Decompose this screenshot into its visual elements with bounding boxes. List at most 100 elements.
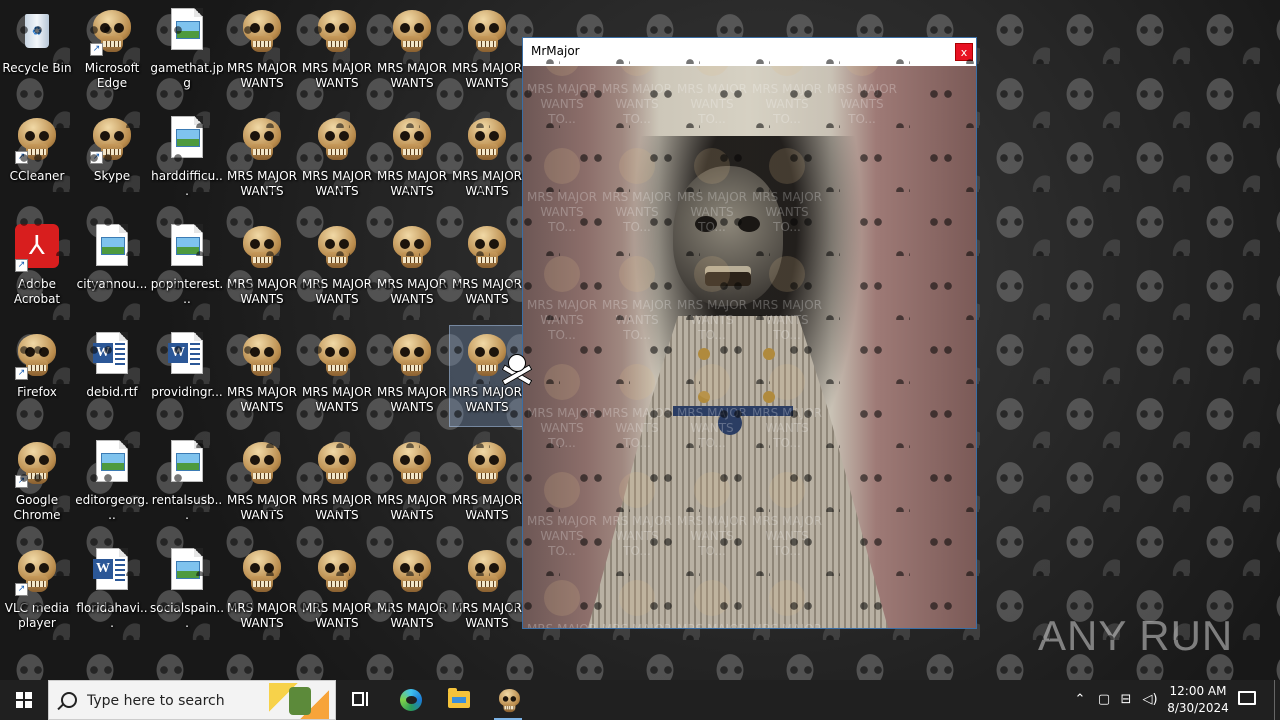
desktop-icon-image <box>238 224 286 272</box>
mrmajor-taskbar-button[interactable] <box>484 680 532 720</box>
skull-icon <box>18 334 56 378</box>
desktop-icon[interactable]: harddifficu... <box>150 110 224 210</box>
desktop-icon[interactable]: MRS MAJOR WANTS TO... <box>225 110 299 210</box>
ghost-icon-label: MRS MAJOR WANTS TO... <box>525 622 599 628</box>
desktop-icon-image <box>388 440 436 488</box>
device-icon[interactable]: ▢ <box>1096 692 1112 708</box>
mrmajor-window[interactable]: MrMajor x MRS MAJOR WANTS TO... MRS MAJOR… <box>523 38 976 628</box>
ghost-icon-label: MRS MAJOR WANTS TO... <box>600 622 674 628</box>
volume-icon[interactable]: ◁) <box>1142 692 1158 708</box>
skull-icon <box>393 226 431 270</box>
desktop-icon[interactable]: MRS MAJOR WANTS TO... <box>450 542 524 642</box>
ghost-icon-label: MRS MAJOR WANTS TO... <box>601 298 672 342</box>
desktop-icon[interactable]: MRS MAJOR WANTS TO... <box>450 110 524 210</box>
task-view-button[interactable] <box>336 680 384 720</box>
desktop-icon[interactable]: MRS MAJOR WANTS TO... <box>375 2 449 102</box>
notifications-icon[interactable] <box>1238 691 1256 705</box>
desktop-icon[interactable]: MRS MAJOR WANTS TO... <box>225 218 299 318</box>
desktop-icon[interactable]: MRS MAJOR WANTS TO... <box>300 542 374 642</box>
desktop-icon[interactable]: MRS MAJOR WANTS TO... <box>300 434 374 534</box>
desktop-icon[interactable]: Wprovidingr... <box>150 326 224 426</box>
ghost-skull-icon <box>844 66 880 76</box>
desktop-icon[interactable]: Wfloridahavi... <box>75 542 149 642</box>
desktop-icon[interactable]: socialspain... <box>150 542 224 642</box>
desktop-icon[interactable]: cityannou... <box>75 218 149 318</box>
desktop-icon[interactable]: MRS MAJOR WANTS TO... <box>225 542 299 642</box>
file-explorer-taskbar-button[interactable] <box>435 680 483 720</box>
close-button[interactable]: x <box>955 43 973 61</box>
desktop-icon[interactable]: ↗ CCleaner <box>0 110 74 210</box>
desktop-icon[interactable]: ⅄ ↗ Adobe Acrobat <box>0 218 74 318</box>
desktop-icon-label: MRS MAJOR WANTS TO... <box>451 493 522 522</box>
desktop-icon[interactable]: ↗ VLC media player <box>0 542 74 642</box>
desktop-icon-label: MRS MAJOR WANTS TO... <box>376 385 447 414</box>
desktop-icon-grid: ♻ Recycle Bin ↗ Microsoft Edge gamethat.jpg ↗… <box>0 0 1280 680</box>
clock[interactable]: 12:00 AM 8/30/2024 <box>1166 683 1230 717</box>
desktop-icon-image <box>163 440 211 488</box>
desktop-icon[interactable]: ↗ Skype <box>75 110 149 210</box>
desktop-icon-image: ↗ <box>13 332 61 380</box>
desktop-icon-label: Microsoft Edge <box>84 61 140 90</box>
desktop-icon[interactable]: editorgeorg... <box>75 434 149 534</box>
desktop-icon[interactable]: MRS MAJOR WANTS TO... <box>450 434 524 534</box>
skull-icon <box>243 10 281 54</box>
desktop-icon[interactable]: rentalsusb... <box>150 434 224 534</box>
desktop-icon-label: MRS MAJOR WANTS TO... <box>376 493 447 522</box>
start-button[interactable] <box>0 680 48 720</box>
desktop-icon[interactable]: MRS MAJOR WANTS TO... <box>375 434 449 534</box>
desktop-icon-label: debid.rtf <box>86 385 138 399</box>
search-input[interactable] <box>87 692 257 710</box>
ghost-skull-icon <box>769 580 805 616</box>
skull-icon <box>499 689 520 713</box>
show-desktop-button[interactable] <box>1274 680 1280 720</box>
skull-icon <box>318 334 356 378</box>
search-icon <box>61 692 77 708</box>
search-highlight-image <box>269 683 329 719</box>
desktop-icon[interactable]: MRS MAJOR WANTS TO... <box>225 434 299 534</box>
doll-dress <box>588 316 888 628</box>
desktop-icon[interactable]: ↗ Microsoft Edge <box>75 2 149 102</box>
desktop-icon[interactable]: MRS MAJOR WANTS TO... <box>375 218 449 318</box>
desktop-icon[interactable]: ↗ Google Chrome <box>0 434 74 534</box>
taskbar-search-box[interactable] <box>48 680 336 720</box>
ghost-icon-label: MRS MAJOR WANTS TO... <box>601 406 672 450</box>
ghost-icon-label: MRS MAJOR WANTS TO... <box>676 514 747 558</box>
desktop-icon[interactable]: MRS MAJOR WANTS TO... <box>375 542 449 642</box>
word-document-icon: W <box>93 332 128 374</box>
desktop-icon-image <box>313 116 361 164</box>
edge-taskbar-button[interactable] <box>387 680 435 720</box>
shortcut-arrow-icon: ↗ <box>15 475 28 488</box>
desktop-icon[interactable]: ↗ Firefox <box>0 326 74 426</box>
ghost-skull-icon <box>619 256 655 292</box>
skull-icon <box>468 118 506 162</box>
desktop-icon[interactable]: MRS MAJOR WANTS TO... <box>450 2 524 102</box>
desktop-icon[interactable]: MRS MAJOR WANTS TO... <box>300 110 374 210</box>
network-icon[interactable]: ⊟ <box>1118 692 1134 708</box>
desktop-icon[interactable]: MRS MAJOR WANTS TO... <box>375 326 449 426</box>
desktop-icon[interactable]: MRS MAJOR WANTS TO... <box>225 2 299 102</box>
desktop-icon[interactable]: MRS MAJOR WANTS TO... <box>449 325 525 427</box>
ghost-skull-icon <box>544 148 580 184</box>
skull-icon <box>243 550 281 594</box>
desktop-icon[interactable]: ♻ Recycle Bin <box>0 2 74 102</box>
desktop-icon[interactable]: MRS MAJOR WANTS TO... <box>300 2 374 102</box>
desktop-icon[interactable]: MRS MAJOR WANTS TO... <box>300 218 374 318</box>
desktop-icon-image: ⅄ ↗ <box>13 224 61 272</box>
desktop-icon[interactable]: gamethat.jpg <box>150 2 224 102</box>
chevron-up-icon[interactable]: ⌃ <box>1072 692 1088 708</box>
window-titlebar[interactable]: MrMajor x <box>523 38 976 66</box>
desktop-icon[interactable]: MRS MAJOR WANTS TO... <box>450 218 524 318</box>
image-file-icon <box>171 8 203 50</box>
desktop-icon[interactable]: MRS MAJOR WANTS TO... <box>300 326 374 426</box>
desktop-icon[interactable]: popinterest... <box>150 218 224 318</box>
desktop-icon[interactable]: Wdebid.rtf <box>75 326 149 426</box>
desktop-icon[interactable]: MRS MAJOR WANTS TO... <box>225 326 299 426</box>
ghost-skull-icon <box>694 148 730 184</box>
doll-eye <box>695 216 717 232</box>
window-title: MrMajor <box>531 44 580 58</box>
desktop-icon[interactable]: MRS MAJOR WANTS TO... <box>375 110 449 210</box>
doll-bow-knot <box>718 411 742 435</box>
ghost-skull-icon <box>769 148 805 184</box>
desktop-icon-image <box>463 440 511 488</box>
image-file-icon <box>171 440 203 482</box>
